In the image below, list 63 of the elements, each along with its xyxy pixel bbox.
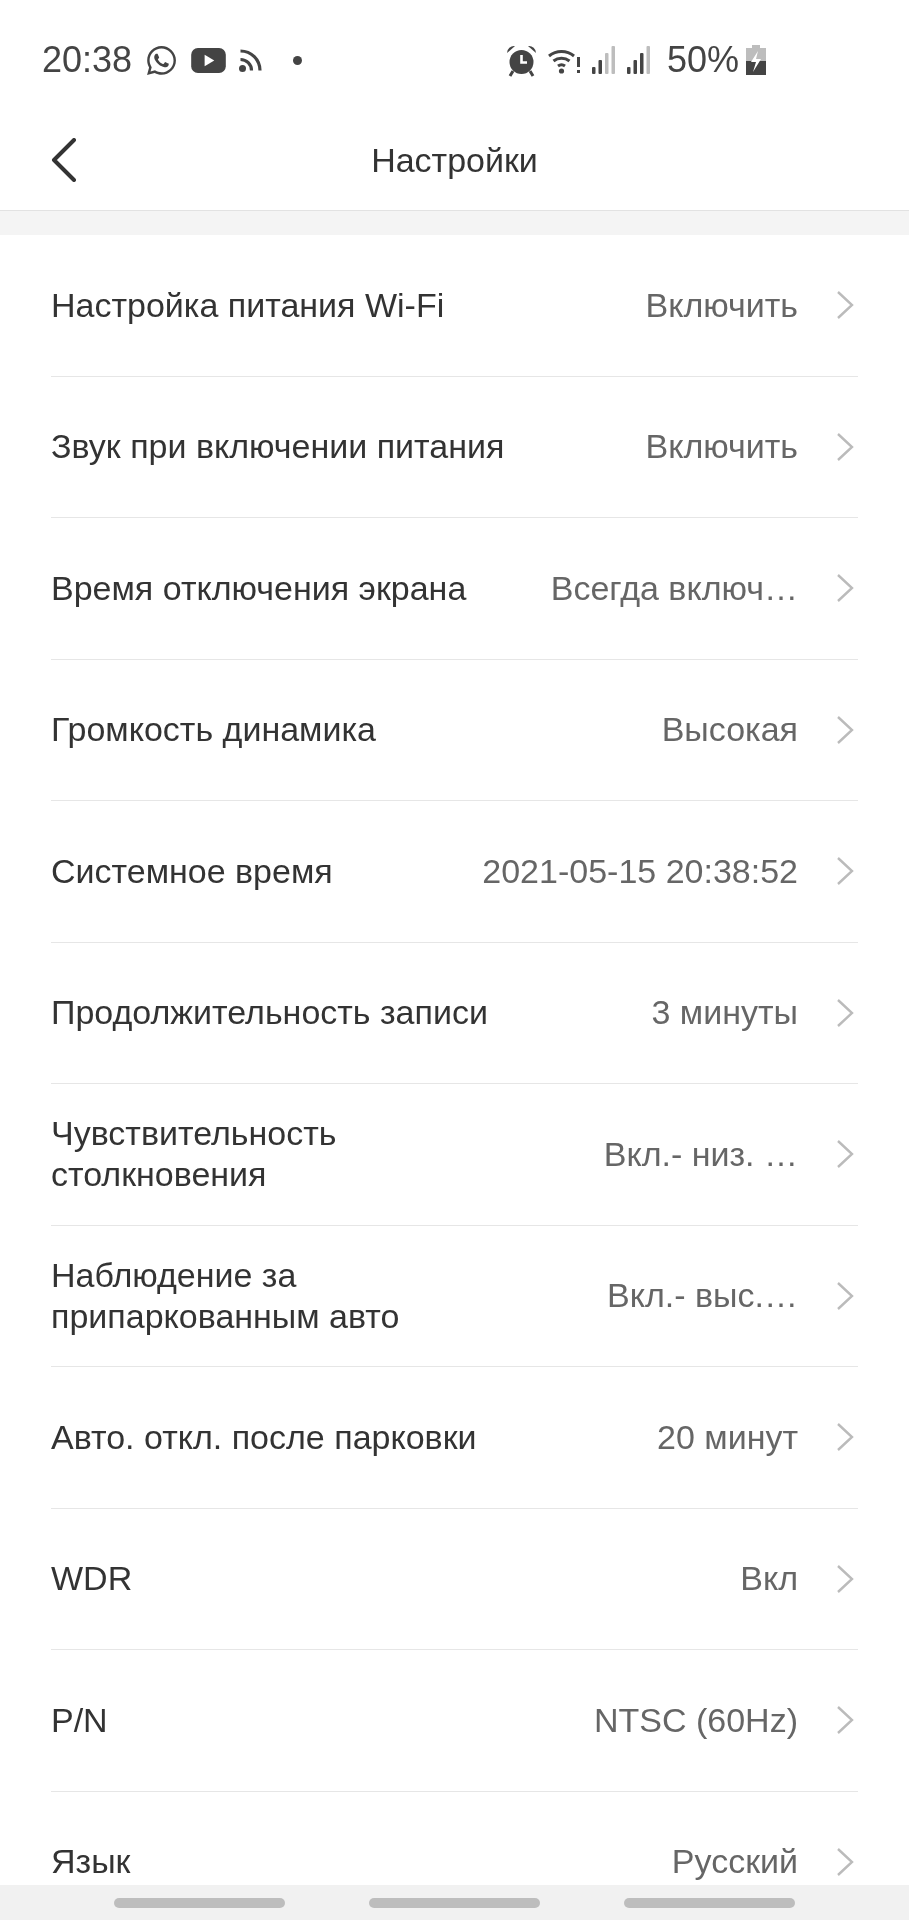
dot-icon <box>293 55 303 65</box>
setting-value: Всегда включ… <box>550 567 798 609</box>
settings-row[interactable]: Наблюдение за припаркованным авто Вкл.- выс.… <box>51 1225 858 1367</box>
chevron-right-icon <box>836 431 854 462</box>
battery-percent: 50% <box>666 40 739 80</box>
setting-value: Высокая <box>661 709 798 751</box>
settings-row[interactable]: Продолжительность записи 3 минуты <box>51 942 858 1084</box>
chevron-right-icon <box>836 856 854 887</box>
setting-label: Авто. откл. после парковки <box>51 1416 477 1458</box>
gesture-pill-icon[interactable] <box>114 1897 285 1908</box>
back-icon <box>51 138 77 182</box>
settings-row[interactable]: P/N NTSC (60Hz) <box>51 1650 858 1792</box>
setting-label: Настройка питания Wi-Fi <box>51 284 445 326</box>
settings-row[interactable]: Настройка питания Wi-Fi Включить <box>51 235 858 377</box>
setting-label: Громкость динамика <box>51 709 376 751</box>
page-title: Настройки <box>371 139 538 181</box>
chevron-right-icon <box>836 290 854 321</box>
setting-label: Чувствительность столкновения <box>51 1113 338 1196</box>
setting-value: Вкл.- низ. … <box>603 1133 798 1175</box>
setting-value: Включить <box>645 426 798 468</box>
setting-value: 3 минуты <box>651 992 798 1034</box>
chevron-right-icon <box>836 1139 854 1170</box>
setting-label: Системное время <box>51 850 333 892</box>
settings-row[interactable]: Авто. откл. после парковки 20 минут <box>51 1367 858 1509</box>
setting-label: Наблюдение за припаркованным авто <box>51 1254 401 1337</box>
setting-label: Время отключения экрана <box>51 567 467 609</box>
chevron-right-icon <box>836 1705 854 1736</box>
play-button-icon <box>191 47 227 73</box>
setting-label: Язык <box>51 1841 131 1883</box>
settings-row[interactable]: Чувствительность столкновения Вкл.- низ. … <box>51 1084 858 1226</box>
setting-label: WDR <box>51 1558 133 1600</box>
setting-label: Звук при включении питания <box>51 426 505 468</box>
signal-icon <box>625 46 652 74</box>
settings-row[interactable]: Системное время 2021-05-15 20:38:52 <box>51 801 858 943</box>
chevron-right-icon <box>836 714 854 745</box>
chevron-right-icon <box>836 1422 854 1453</box>
settings-row[interactable]: Звук при включении питания Включить <box>51 376 858 518</box>
chevron-right-icon <box>836 1846 854 1877</box>
chevron-right-icon <box>836 573 854 604</box>
settings-row[interactable]: Время отключения экрана Всегда включ… <box>51 518 858 660</box>
setting-value: Вкл.- выс.… <box>607 1275 798 1317</box>
setting-value: NTSC (60Hz) <box>593 1699 798 1741</box>
gesture-pill-icon[interactable] <box>369 1897 540 1908</box>
settings-row[interactable]: WDR Вкл <box>51 1508 858 1650</box>
status-time: 20:38 <box>42 40 133 80</box>
setting-label: P/N <box>51 1699 108 1741</box>
setting-label: Продолжительность записи <box>51 992 488 1034</box>
settings-row[interactable]: Громкость динамика Высокая <box>51 659 858 801</box>
back-button[interactable] <box>51 138 77 182</box>
gesture-pill-icon[interactable] <box>624 1897 795 1908</box>
phone-bubble-icon <box>145 43 179 77</box>
setting-value: Включить <box>645 284 798 326</box>
alarm-clock-icon <box>504 43 538 77</box>
chevron-right-icon <box>836 997 854 1028</box>
signal-icon <box>590 46 617 74</box>
chevron-right-icon <box>836 1280 854 1311</box>
setting-value: 20 минут <box>657 1416 798 1458</box>
setting-value: Вкл <box>740 1558 798 1600</box>
feed-icon <box>239 48 263 72</box>
setting-value: 2021-05-15 20:38:52 <box>482 850 798 892</box>
chevron-right-icon <box>836 1563 854 1594</box>
battery-charging-icon <box>745 45 767 75</box>
setting-value: Русский <box>671 1841 798 1883</box>
